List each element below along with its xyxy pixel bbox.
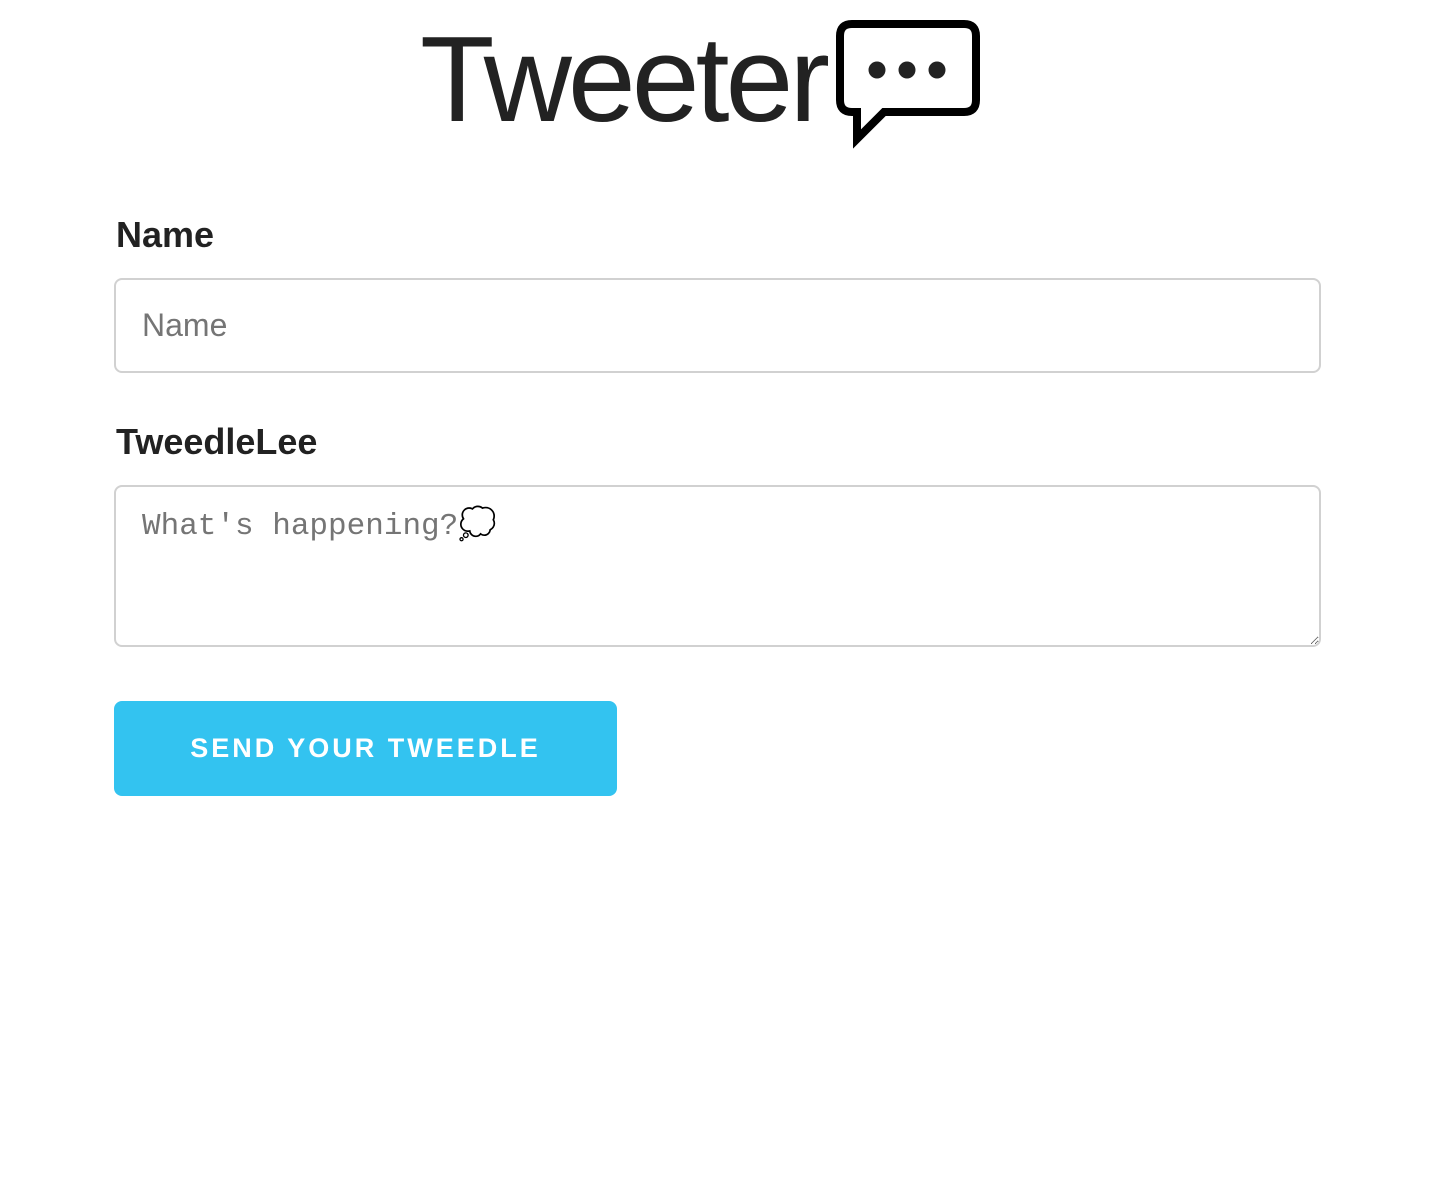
tweet-label: TweedleLee: [116, 421, 318, 462]
page-header: Tweeter: [0, 0, 1436, 160]
app-title: Tweeter: [420, 11, 830, 147]
speech-bubble-icon: [835, 20, 980, 149]
tweet-textarea[interactable]: [114, 485, 1321, 647]
send-tweedle-button[interactable]: SEND YOUR TWEEDLE: [114, 701, 617, 796]
logo: Tweeter: [420, 12, 982, 152]
name-label: Name: [116, 214, 215, 255]
name-input[interactable]: [114, 278, 1321, 373]
tweet-form: Name TweedleLee SEND YOUR TWEEDLE: [114, 210, 1322, 796]
